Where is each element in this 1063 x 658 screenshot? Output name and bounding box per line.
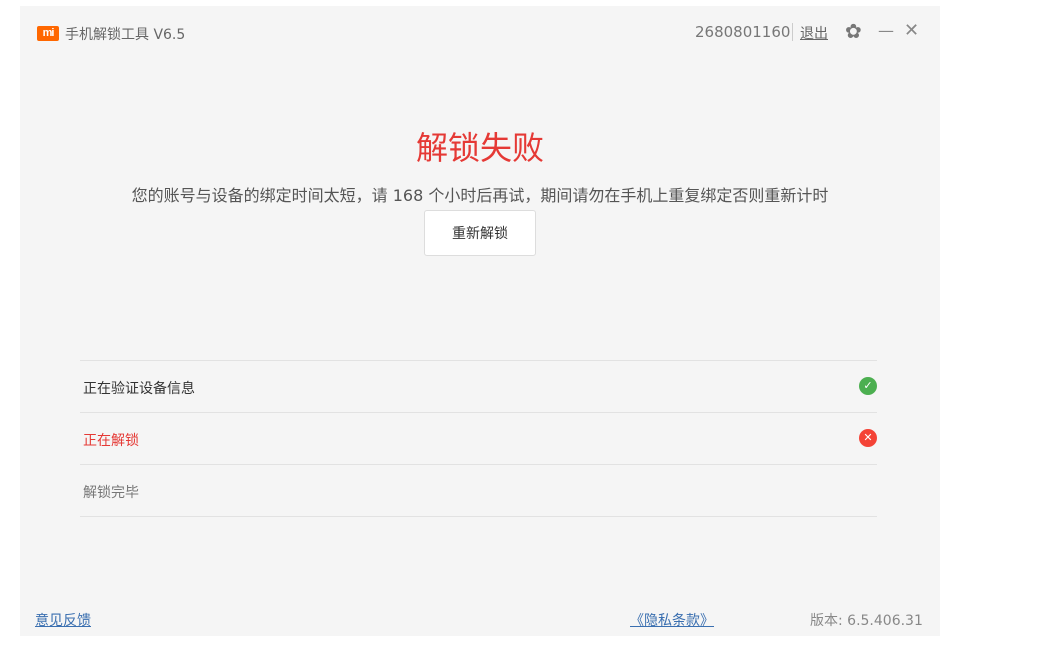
retry-unlock-button[interactable]: 重新解锁	[424, 210, 536, 256]
unlock-failed-message: 您的账号与设备的绑定时间太短，请 168 个小时后再试，期间请勿在手机上重复绑定…	[131, 186, 829, 205]
privacy-policy-link[interactable]: 《隐私条款》	[630, 610, 714, 630]
error-circle-icon: ✕	[859, 429, 877, 447]
step-label: 解锁完毕	[83, 485, 139, 501]
title-bar: mi 手机解锁工具 V6.5 2680801160 退出 ✿ — ✕	[20, 6, 940, 58]
account-id: 2680801160	[695, 23, 791, 41]
step-verify-device: 正在验证设备信息 ✓	[80, 360, 877, 412]
logout-link[interactable]: 退出	[800, 23, 828, 43]
unlock-steps-list: 正在验证设备信息 ✓ 正在解锁 ✕ 解锁完毕	[80, 360, 877, 517]
app-title: 手机解锁工具 V6.5	[65, 27, 186, 43]
step-unlocking: 正在解锁 ✕	[80, 412, 877, 464]
step-label: 正在解锁	[83, 433, 139, 449]
feedback-link[interactable]: 意见反馈	[35, 610, 91, 630]
header-divider	[792, 23, 793, 41]
unlock-tool-window: mi 手机解锁工具 V6.5 2680801160 退出 ✿ — ✕ 解锁失败 …	[20, 6, 940, 636]
close-icon[interactable]: ✕	[904, 20, 919, 41]
unlock-failed-title: 解锁失败	[415, 129, 544, 167]
step-label: 正在验证设备信息	[83, 381, 195, 397]
minimize-icon[interactable]: —	[878, 21, 894, 40]
step-unlock-complete: 解锁完毕	[80, 464, 877, 517]
check-circle-icon: ✓	[859, 377, 877, 395]
mi-logo: mi	[37, 26, 59, 41]
settings-gear-icon[interactable]: ✿	[845, 19, 862, 43]
mi-logo-text: mi	[42, 27, 55, 39]
version-text: 版本: 6.5.406.31	[810, 613, 923, 629]
